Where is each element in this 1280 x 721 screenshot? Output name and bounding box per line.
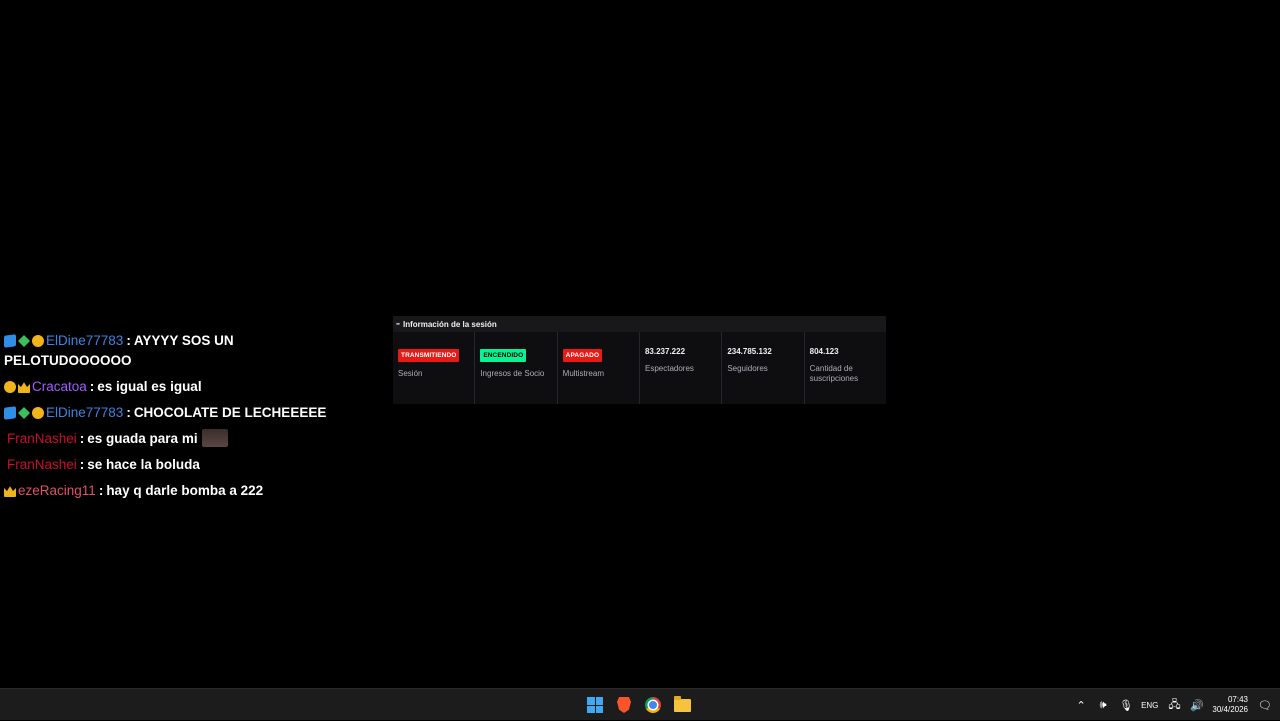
session-info-title: Información de la sesión bbox=[402, 319, 497, 329]
multistream-cell: APAGADO Multistream bbox=[558, 332, 640, 404]
chat-username[interactable]: ezeRacing11 bbox=[18, 483, 96, 498]
chat-text: hay q darle bomba a 222 bbox=[106, 483, 264, 498]
viewers-cell: 83.237.222 Espectadores bbox=[640, 332, 723, 404]
chrome-icon[interactable] bbox=[643, 695, 663, 715]
session-info-panel: ▪▪ Información de la sesión TRANSMITIEND… bbox=[393, 316, 886, 404]
partner-revenue-cell: ENCENDIDO Ingresos de Socio bbox=[475, 332, 558, 404]
clock-time: 07:43 bbox=[1227, 695, 1248, 704]
chat-username[interactable]: FranNashei bbox=[7, 431, 77, 446]
subscriptions-cell: 804.123 Cantidad de suscripciones bbox=[805, 332, 886, 404]
chat-message: ElDine77783: AYYYY SOS UN PELOTUDOOOOOO bbox=[4, 331, 344, 371]
chat-message: FranNashei: se hace la boluda bbox=[4, 455, 344, 475]
chat-text: es guada para mi bbox=[87, 431, 198, 446]
one-badge-icon bbox=[32, 335, 44, 347]
chat-separator: : bbox=[79, 457, 85, 472]
chat-separator: : bbox=[126, 405, 131, 420]
chat-username[interactable]: ElDine77783 bbox=[46, 333, 123, 348]
system-tray: ⌃ 🕪 🎙 ENG 🖧 🔊 07:43 30/4/2026 🗨 bbox=[1075, 689, 1272, 721]
viewers-count: 83.237.222 bbox=[644, 347, 686, 356]
multistream-label: Multistream bbox=[562, 369, 604, 378]
status-badge-off: APAGADO bbox=[562, 349, 603, 362]
chat-username[interactable]: FranNashei bbox=[7, 457, 77, 472]
crown-badge-icon bbox=[18, 382, 30, 393]
viewers-label: Espectadores bbox=[644, 364, 694, 373]
user-badges bbox=[4, 334, 44, 348]
followers-count: 234.785.132 bbox=[727, 347, 772, 356]
user-badges bbox=[4, 381, 30, 393]
chat-message: ezeRacing11: hay q darle bomba a 222 bbox=[4, 481, 344, 501]
subscriptions-label: Cantidad de suscripciones bbox=[809, 364, 859, 383]
chat-separator: : bbox=[79, 431, 85, 446]
partner-revenue-label: Ingresos de Socio bbox=[480, 369, 545, 378]
chat-separator: : bbox=[126, 333, 131, 348]
notifications-icon[interactable]: 🗨 bbox=[1258, 699, 1272, 712]
status-badge-transmitting: TRANSMITIENDO bbox=[398, 349, 460, 362]
chat-username[interactable]: Cracatoa bbox=[32, 379, 87, 394]
brave-browser-icon[interactable] bbox=[614, 695, 634, 715]
face-emote-icon bbox=[201, 429, 228, 447]
status-badge-on: ENCENDIDO bbox=[480, 349, 527, 362]
taskbar: ⌃ 🕪 🎙 ENG 🖧 🔊 07:43 30/4/2026 🗨 bbox=[0, 688, 1280, 720]
gem-badge-icon bbox=[18, 407, 30, 419]
windows-start-icon[interactable] bbox=[585, 695, 605, 715]
language-indicator[interactable]: ENG bbox=[1141, 701, 1158, 710]
user-badges bbox=[4, 485, 16, 497]
chat-username[interactable]: ElDine77783 bbox=[46, 405, 123, 420]
chat-message: FranNashei: es guada para mi bbox=[4, 429, 344, 449]
gem-badge-icon bbox=[18, 335, 30, 347]
cube-badge-icon bbox=[4, 406, 16, 420]
session-cell: TRANSMITIENDO Sesión bbox=[393, 332, 476, 404]
followers-cell: 234.785.132 Seguidores bbox=[722, 332, 805, 404]
clock-date: 30/4/2026 bbox=[1212, 705, 1248, 714]
followers-label: Seguidores bbox=[727, 364, 768, 373]
taskbar-apps bbox=[585, 695, 692, 715]
subscriptions-count: 804.123 bbox=[809, 347, 839, 356]
session-label: Sesión bbox=[398, 369, 423, 378]
user-badges bbox=[4, 406, 44, 420]
microphone-icon[interactable]: 🎙 bbox=[1119, 699, 1133, 712]
chat-message: Cracatoa: es igual es igual bbox=[4, 377, 344, 397]
file-explorer-icon[interactable] bbox=[672, 695, 692, 715]
clock[interactable]: 07:43 30/4/2026 bbox=[1212, 695, 1248, 715]
drag-handle-icon[interactable]: ▪▪ bbox=[396, 321, 400, 328]
chat-separator: : bbox=[98, 483, 104, 498]
chat-text: se hace la boluda bbox=[87, 457, 200, 472]
network-icon[interactable]: 🖧 bbox=[1168, 696, 1180, 715]
session-stats: TRANSMITIENDO Sesión ENCENDIDO Ingresos … bbox=[393, 332, 886, 404]
chat-text: CHOCOLATE DE LECHEEEEE bbox=[133, 405, 327, 420]
cube-badge-icon bbox=[4, 334, 16, 348]
chat-text: es igual es igual bbox=[97, 379, 202, 394]
session-info-header: ▪▪ Información de la sesión bbox=[393, 316, 886, 332]
chat-separator: : bbox=[89, 379, 95, 394]
one-badge-icon bbox=[4, 381, 16, 393]
volume-icon[interactable]: 🔊 bbox=[1190, 699, 1204, 712]
chat-message: ElDine77783: CHOCOLATE DE LECHEEEEE bbox=[4, 403, 344, 423]
one-badge-icon bbox=[32, 407, 44, 419]
speaker-icon[interactable]: 🕪 bbox=[1097, 699, 1109, 712]
chevron-up-icon[interactable]: ⌃ bbox=[1075, 699, 1087, 712]
crown-badge-icon bbox=[4, 486, 16, 497]
chat-overlay: ElDine77783: AYYYY SOS UN PELOTUDOOOOOO C… bbox=[4, 331, 344, 507]
